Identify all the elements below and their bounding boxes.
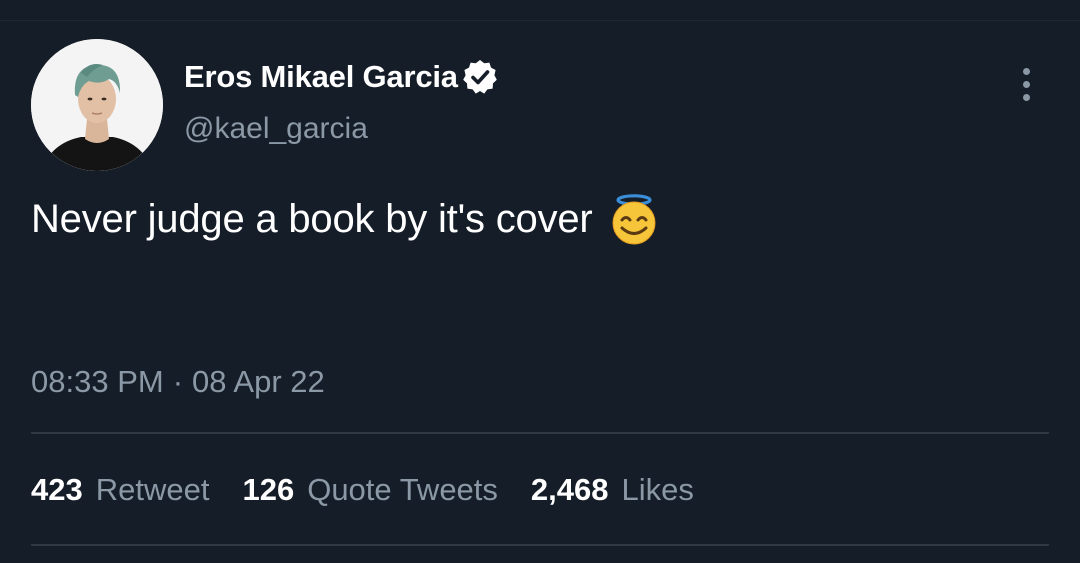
author-handle[interactable]: @kael_garcia [184, 112, 368, 146]
likes-label: Likes [621, 472, 694, 507]
retweet-count: 423 [31, 472, 83, 507]
tweet-timestamp[interactable]: 08:33 PM · 08 Apr 22 [31, 364, 325, 400]
more-options-icon [1022, 67, 1030, 75]
tweet-body: Never judge a book by it's cover [31, 192, 661, 246]
tweet-text: Never judge a book by it's cover [31, 196, 593, 241]
more-options-button[interactable] [1010, 64, 1042, 104]
likes-stat[interactable]: 2,468 Likes [531, 472, 694, 508]
likes-count: 2,468 [530, 472, 609, 507]
more-options-icon-dot [1022, 93, 1030, 101]
verified-badge-icon [460, 57, 500, 97]
stats-bottom-divider [31, 544, 1049, 546]
smiling-face-with-halo-icon [607, 192, 661, 246]
top-divider [0, 20, 1080, 21]
author-avatar[interactable] [31, 39, 163, 171]
quote-tweets-stat[interactable]: 126 Quote Tweets [242, 472, 497, 508]
timestamp-separator: · [172, 364, 184, 399]
author-display-name[interactable]: Eros Mikael Garcia [184, 59, 458, 95]
tweet-date: 08 Apr 22 [192, 364, 325, 399]
author-name-row[interactable]: Eros Mikael Garcia [184, 56, 500, 98]
quote-tweets-label: Quote Tweets [307, 472, 498, 507]
tweet-stats: 423 Retweet 126 Quote Tweets 2,468 Likes [31, 472, 727, 508]
stats-top-divider [31, 432, 1049, 434]
retweet-label: Retweet [95, 472, 210, 507]
tweet-time: 08:33 PM [31, 364, 164, 399]
avatar-image [31, 39, 163, 171]
more-options-icon-dot [1022, 80, 1030, 88]
quote-tweets-count: 126 [242, 472, 295, 507]
retweet-stat[interactable]: 423 Retweet [31, 472, 209, 508]
